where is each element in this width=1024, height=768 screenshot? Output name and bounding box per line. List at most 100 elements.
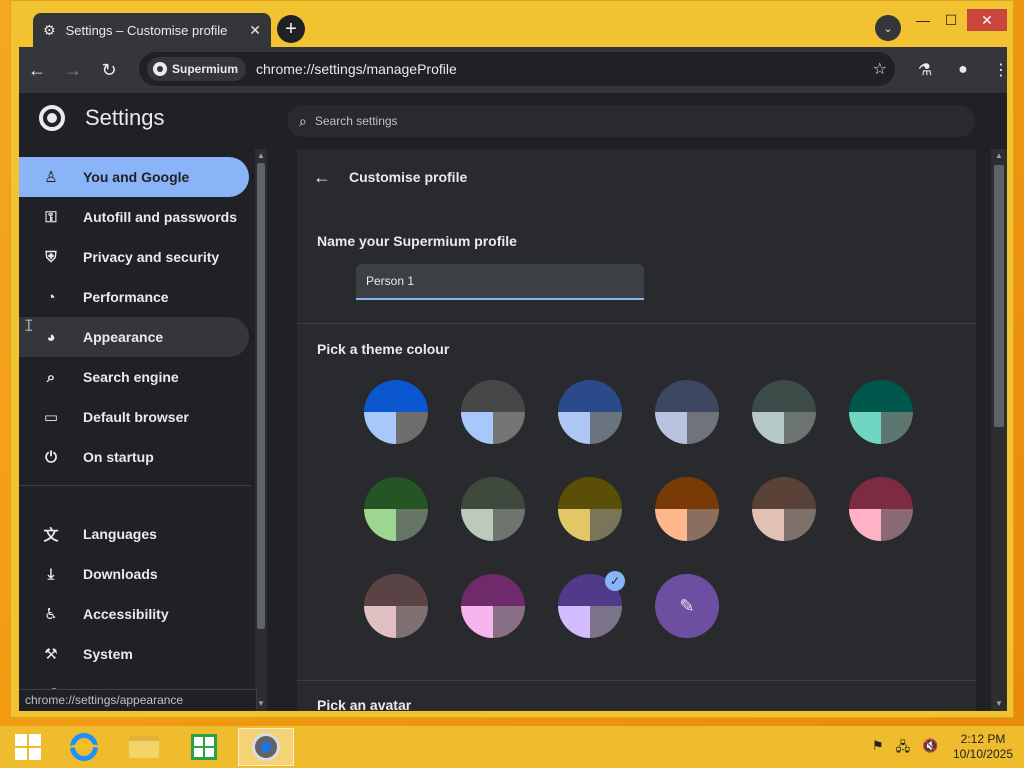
profile-icon[interactable]: ● (945, 52, 981, 88)
sidebar: ♙ You and Google ⚿ Autofill and passwords ⛨ P… (19, 149, 267, 711)
scrollbar-thumb[interactable] (994, 165, 1004, 427)
system-tray: ⚑ 🖧 🔇 (872, 738, 938, 760)
theme-colour-swatch[interactable] (364, 380, 428, 444)
windows-logo-icon (15, 734, 41, 760)
theme-colour-swatch[interactable] (364, 574, 428, 638)
forward-button[interactable]: → (55, 52, 91, 88)
sidebar-item-label: Downloads (83, 566, 158, 582)
section-divider (297, 680, 976, 681)
bookmark-star-icon[interactable]: ☆ (873, 59, 887, 79)
browser-icon: ▭ (43, 409, 59, 426)
clock[interactable]: 2:12 PM 10/10/2025 (950, 732, 1016, 762)
theme-colour-swatch[interactable] (849, 477, 913, 541)
theme-colour-swatch[interactable] (461, 380, 525, 444)
close-button[interactable]: ✕ (967, 9, 1007, 31)
sidebar-item-label: Performance (83, 289, 169, 305)
minimize-button[interactable]: — (911, 9, 935, 31)
shield-icon: ⛨ (45, 248, 57, 266)
sidebar-scrollbar[interactable]: ▲ ▼ (255, 149, 267, 711)
maximize-button[interactable]: ☐ (939, 9, 963, 31)
sidebar-item-label: Default browser (83, 409, 189, 425)
eyedropper-icon: ✎ (679, 595, 695, 616)
sidebar-item-search-engine[interactable]: ⌕ Search engine (19, 357, 249, 397)
supermium-logo-icon (153, 62, 167, 76)
main-scrollbar[interactable]: ▲ ▼ (991, 149, 1007, 711)
theme-colour-swatch[interactable] (558, 380, 622, 444)
tab-close-icon[interactable]: ✕ (249, 22, 261, 39)
site-chip[interactable]: Supermium (147, 57, 247, 81)
tab-title: Settings – Customise profile (65, 22, 228, 38)
search-input[interactable]: ⌕ Search settings (287, 105, 975, 137)
network-icon[interactable]: 🖧 (896, 738, 911, 760)
scroll-down-icon[interactable]: ▼ (256, 699, 266, 709)
browser-toolbar: ← → ↻ Supermium chrome://settings/manage… (19, 47, 1009, 93)
search-placeholder: Search settings (314, 114, 398, 128)
site-chip-label: Supermium (172, 62, 239, 76)
supermium-logo-icon (39, 105, 65, 131)
theme-colour-swatch[interactable] (364, 477, 428, 541)
address-bar[interactable]: Supermium chrome://settings/manageProfil… (139, 52, 895, 86)
page-title: Settings (85, 105, 165, 130)
sidebar-item-label: Privacy and security (83, 249, 220, 265)
scroll-down-icon[interactable]: ▼ (994, 699, 1004, 709)
start-button[interactable] (0, 728, 56, 766)
accessibility-icon: ♿ (44, 606, 58, 623)
sidebar-item-languages[interactable]: 文 Languages (19, 514, 249, 554)
sidebar-item-default-browser[interactable]: ▭ Default browser (19, 397, 249, 437)
file-explorer-icon[interactable] (116, 728, 172, 766)
sidebar-divider (19, 485, 251, 486)
avatar-label: Pick an avatar (317, 697, 412, 713)
sidebar-item-appearance[interactable]: ◕ Appearance (19, 317, 249, 357)
theme-colour-swatch[interactable] (849, 380, 913, 444)
scroll-up-icon[interactable]: ▲ (256, 151, 266, 161)
url-text[interactable]: chrome://settings/manageProfile (256, 61, 863, 77)
sidebar-item-label: Languages (83, 526, 157, 542)
theme-colour-swatch[interactable] (461, 477, 525, 541)
status-bubble: chrome://settings/appearance (19, 689, 257, 709)
sidebar-item-downloads[interactable]: ⤓ Downloads (19, 554, 249, 594)
sidebar-item-autofill-and-passwords[interactable]: ⚿ Autofill and passwords (19, 197, 249, 237)
sidebar-item-you-and-google[interactable]: ♙ You and Google (19, 157, 249, 197)
store-icon[interactable] (176, 728, 232, 766)
volume-muted-icon[interactable]: 🔇 (922, 738, 938, 760)
wrench-icon: ⚒ (44, 646, 58, 663)
scrollbar-thumb[interactable] (257, 163, 265, 629)
search-icon: ⌕ (299, 112, 307, 129)
custom-colour-picker-button[interactable]: ✎ (655, 574, 719, 638)
browser-window: ⚙ Settings – Customise profile ✕ + ⌄ — ☐… (10, 0, 1014, 718)
back-arrow-icon[interactable]: ← (313, 167, 331, 188)
theme-colour-swatch[interactable] (558, 477, 622, 541)
sidebar-item-label: Search engine (83, 369, 179, 385)
scroll-up-icon[interactable]: ▲ (994, 151, 1004, 161)
browser-tab[interactable]: ⚙ Settings – Customise profile ✕ (33, 13, 271, 47)
sidebar-item-privacy-and-security[interactable]: ⛨ Privacy and security (19, 237, 249, 277)
flag-icon[interactable]: ⚑ (872, 738, 884, 760)
sidebar-item-label: You and Google (83, 169, 190, 185)
sidebar-item-label: Accessibility (83, 606, 169, 622)
tab-search-button[interactable]: ⌄ (875, 15, 901, 41)
search-icon: ⌕ (46, 368, 56, 386)
supermium-taskbar-icon[interactable] (238, 728, 294, 766)
new-tab-button[interactable]: + (277, 15, 305, 43)
sidebar-item-label: Autofill and passwords (83, 209, 238, 225)
theme-colour-swatch[interactable] (655, 477, 719, 541)
clock-date: 10/10/2025 (952, 747, 1014, 761)
sidebar-item-accessibility[interactable]: ♿ Accessibility (19, 594, 249, 634)
settings-page: Settings ⌕ Search settings ♙ You and Goog… (19, 93, 1007, 713)
profile-name-field[interactable] (356, 264, 644, 300)
theme-colour-swatch[interactable] (461, 574, 525, 638)
theme-colour-swatch[interactable] (752, 477, 816, 541)
sidebar-item-performance[interactable]: ◔ Performance (19, 277, 249, 317)
menu-icon[interactable]: ⋮ (983, 52, 1019, 88)
theme-colour-swatch[interactable] (655, 380, 719, 444)
labs-icon[interactable]: ⚗ (907, 52, 943, 88)
back-button[interactable]: ← (19, 52, 55, 88)
internet-explorer-icon[interactable] (56, 728, 112, 766)
sidebar-item-on-startup[interactable]: ⏻ On startup (19, 437, 249, 477)
sidebar-item-system[interactable]: ⚒ System (19, 634, 249, 674)
section-divider (297, 323, 976, 324)
theme-colour-swatch[interactable] (752, 380, 816, 444)
reload-button[interactable]: ↻ (91, 52, 127, 88)
clock-time: 2:12 PM (960, 732, 1006, 746)
key-icon: ⚿ (45, 208, 57, 226)
